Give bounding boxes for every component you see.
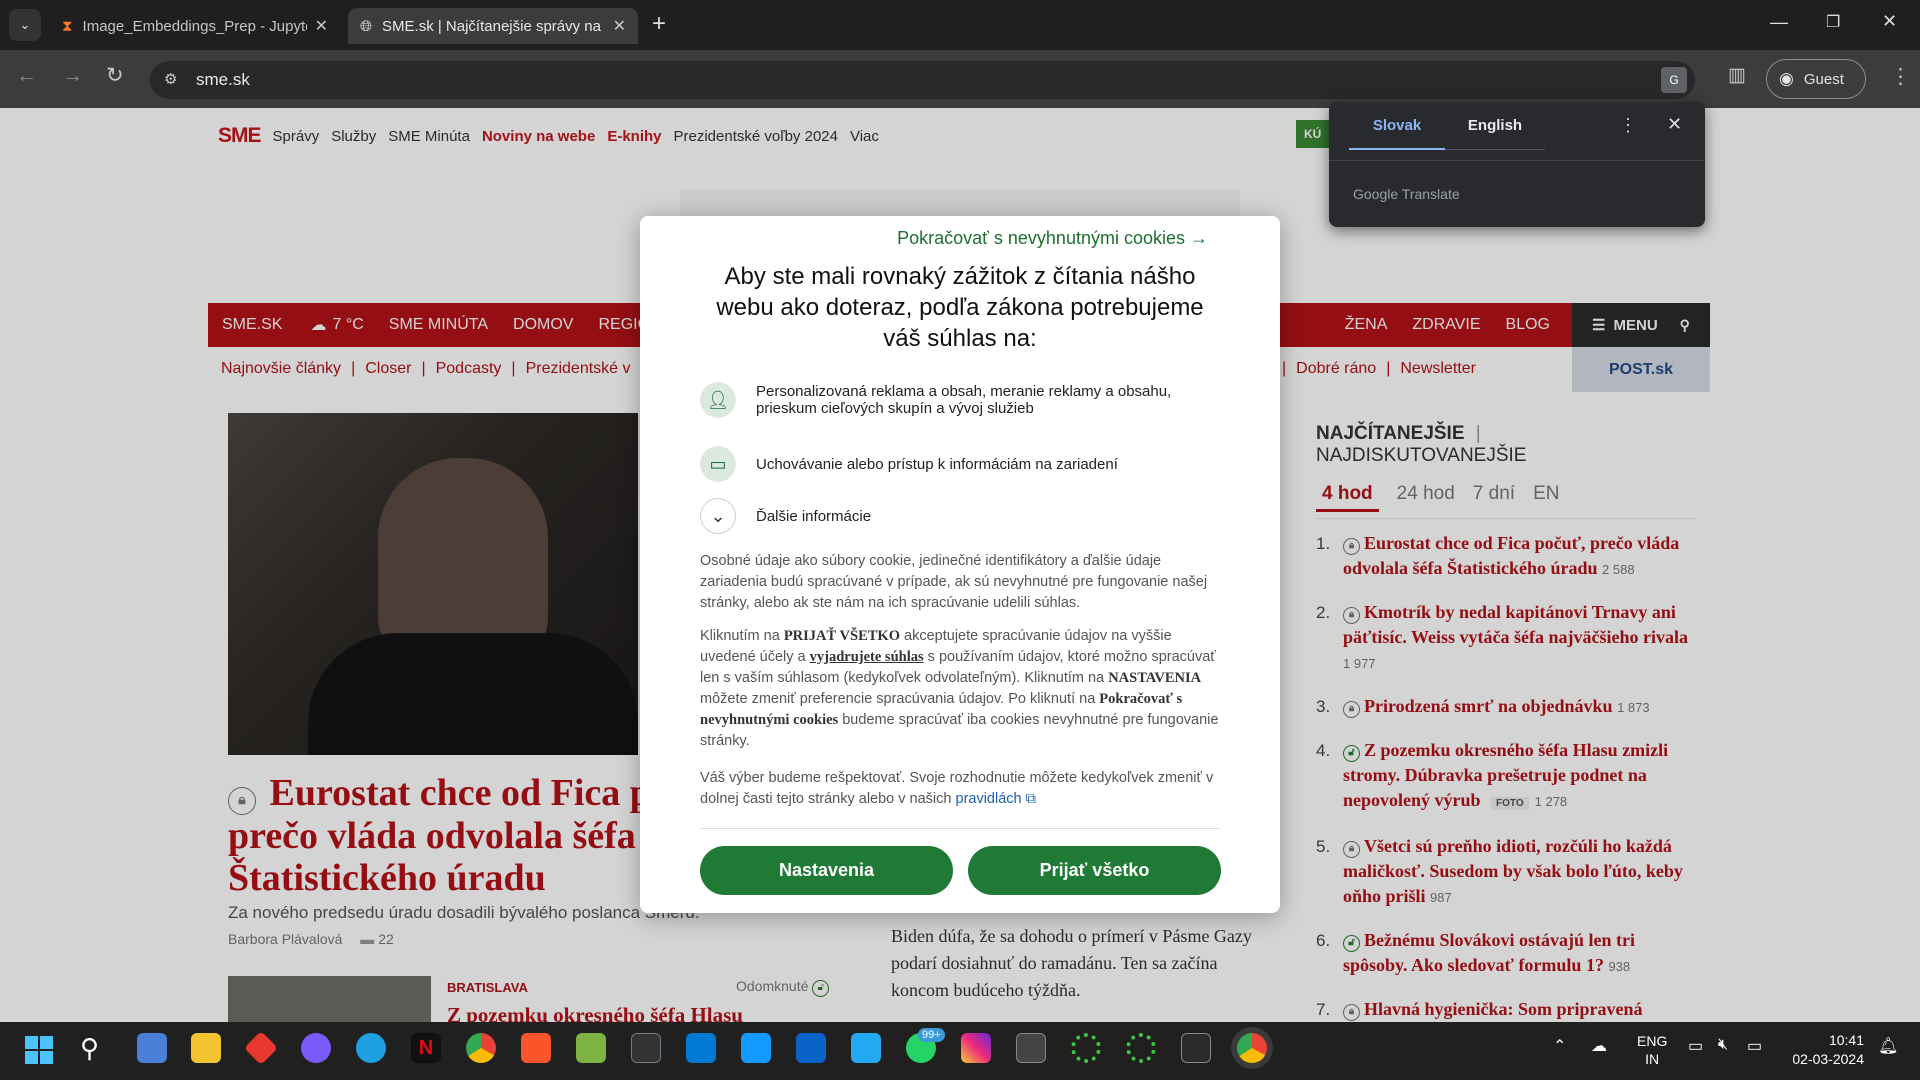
translate-options-icon[interactable]: ⋮ [1619, 115, 1637, 136]
divider [700, 828, 1220, 829]
tab-search-button[interactable]: ⌄ [9, 9, 41, 41]
external-link-icon: ⧉ [1025, 791, 1036, 807]
copilot-icon[interactable] [301, 1033, 331, 1063]
start-icon[interactable] [25, 1036, 53, 1064]
consent-title: Aby ste mali rovnaký zážitok z čítania n… [716, 263, 1204, 352]
outlook-icon[interactable] [796, 1033, 826, 1063]
network-icon[interactable]: ▭ [1688, 1036, 1703, 1056]
settings-button[interactable]: Nastavenia [700, 846, 953, 895]
notepad-icon[interactable] [576, 1033, 606, 1063]
purpose-personalized: 👤︎ Personalizovaná reklama a obsah, mera… [700, 382, 1220, 418]
onedrive-icon[interactable]: ☁ [1591, 1036, 1607, 1056]
restore-icon[interactable]: ❐ [1826, 12, 1840, 32]
clock[interactable]: 10:41 02-03-2024 [1784, 1031, 1864, 1069]
site-info-icon[interactable]: ⚙ [164, 70, 177, 88]
forward-icon[interactable]: → [62, 64, 83, 88]
close-tab-icon[interactable]: ✕ [613, 16, 626, 36]
divider [1329, 160, 1705, 161]
sidepanel-icon[interactable]: ▥ [1728, 64, 1746, 87]
whatsapp-badge: 99+ [918, 1028, 945, 1042]
loader-icon[interactable] [1071, 1033, 1101, 1063]
accept-all-button[interactable]: Prijať všetko [968, 846, 1221, 895]
globe-icon: 🌐︎ [360, 17, 373, 35]
lang-indicator[interactable]: ENG IN [1637, 1032, 1667, 1068]
instagram-icon[interactable] [961, 1033, 991, 1063]
translate-close-icon[interactable]: ✕ [1667, 114, 1682, 135]
profile-button[interactable]: ◉ Guest [1766, 59, 1866, 99]
consent-link[interactable]: vyjadrujete súhlas [810, 649, 924, 665]
continue-essential-link[interactable]: Pokračovať s nevyhnutnými cookies → [897, 228, 1208, 249]
person-icon: 👤︎ [700, 382, 736, 418]
rules-link[interactable]: pravidlách [956, 791, 1022, 807]
more-menu-icon[interactable]: ⋮ [1890, 64, 1911, 89]
vscode-icon[interactable] [851, 1033, 881, 1063]
terminal2-icon[interactable] [1181, 1033, 1211, 1063]
store-icon[interactable] [137, 1033, 167, 1063]
person-icon: ◉ [1779, 69, 1794, 88]
consent-paragraph-3: Váš výber budeme rešpektovať. Svoje rozh… [700, 770, 1214, 807]
terminal-icon[interactable] [631, 1033, 661, 1063]
translate-icon[interactable]: G [1661, 67, 1687, 93]
battery-icon[interactable]: ▭ [1747, 1036, 1762, 1056]
tab-english[interactable]: English [1445, 102, 1545, 150]
app-blue-icon[interactable] [686, 1033, 716, 1063]
netflix-icon[interactable]: N [411, 1033, 441, 1063]
reload-icon[interactable]: ↻ [106, 63, 124, 88]
chevron-down-icon: ⌄ [700, 498, 736, 534]
address-bar[interactable]: ⚙ sme.sk G [150, 61, 1695, 99]
brave-icon[interactable] [521, 1033, 551, 1063]
consent-dialog: Pokračovať s nevyhnutnými cookies → Aby … [640, 216, 1280, 913]
hourglass-icon: ⧗ [62, 17, 73, 35]
translate-popup: Slovak English ⋮ ✕ Google Translate [1329, 102, 1705, 227]
more-info-toggle[interactable]: ⌄ Ďalšie informácie [700, 498, 1220, 534]
new-tab-button[interactable]: + [652, 10, 666, 38]
file-explorer-icon[interactable] [191, 1033, 221, 1063]
devices-icon: ▭ [700, 446, 736, 482]
prime-video-icon[interactable] [741, 1033, 771, 1063]
minimize-icon[interactable]: — [1770, 12, 1788, 33]
google-translate-label: Google Translate [1353, 186, 1460, 202]
back-icon[interactable]: ← [16, 64, 37, 88]
tab-strip: ⌄ ⧗ Image_Embeddings_Prep - Jupyter ✕ 🌐︎… [0, 0, 1920, 50]
chrome-active-icon[interactable] [1237, 1033, 1267, 1063]
notification-bell-icon[interactable]: 🔔︎ [1878, 1036, 1898, 1056]
consent-paragraph-2: Kliknutím na PRIJAŤ VŠETKO akceptujete s… [700, 628, 1219, 749]
tray-chevron-icon[interactable]: ⌃ [1553, 1036, 1566, 1056]
consent-paragraph-1: Osobné údaje ako súbory cookie, jedinečn… [700, 553, 1208, 611]
close-window-icon[interactable]: ✕ [1882, 11, 1897, 32]
tab-sme[interactable]: 🌐︎ SME.sk | Najčítanejšie správy na Slov… [348, 8, 638, 44]
url-text: sme.sk [196, 70, 250, 89]
tab-slovak[interactable]: Slovak [1349, 102, 1445, 150]
edge-icon[interactable] [356, 1033, 386, 1063]
search-icon[interactable]: ⚲ [80, 1033, 99, 1064]
chrome-icon[interactable] [466, 1033, 496, 1063]
loader2-icon[interactable] [1126, 1033, 1156, 1063]
app-window-icon[interactable] [1016, 1033, 1046, 1063]
tab-jupyter[interactable]: ⧗ Image_Embeddings_Prep - Jupyter ✕ [50, 8, 340, 44]
volume-mute-icon[interactable]: 🔇︎ [1718, 1036, 1728, 1054]
purpose-device: ▭ Uchovávanie alebo prístup k informáciá… [700, 446, 1220, 482]
close-tab-icon[interactable]: ✕ [315, 16, 328, 36]
taskbar [0, 1022, 1920, 1080]
